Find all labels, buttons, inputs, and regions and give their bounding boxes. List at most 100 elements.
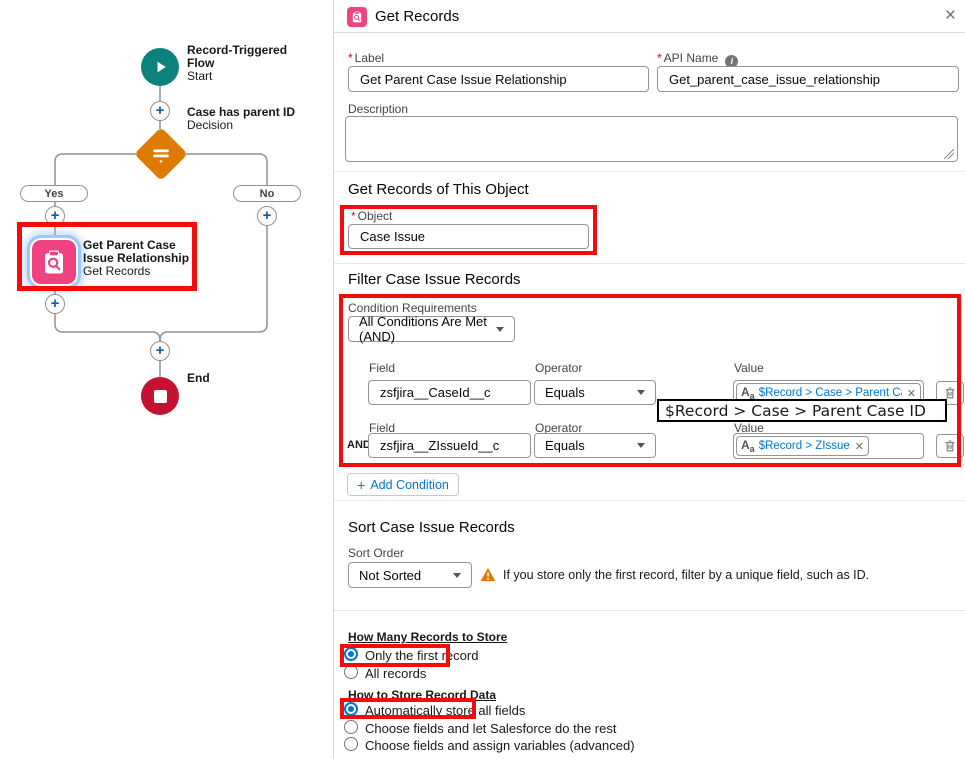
plus-icon: + [357, 478, 365, 492]
get-records-subtitle: Get Records [83, 265, 201, 278]
radio-label[interactable]: Choose fields and let Salesforce do the … [365, 721, 616, 736]
flow-canvas: Record-Triggered Flow Start + Case has p… [0, 0, 334, 759]
end-title: End [187, 372, 210, 385]
condition-1-operator-dropdown[interactable]: Equals [534, 380, 656, 405]
object-section-heading: Get Records of This Object [348, 181, 529, 198]
yes-label: Yes [45, 188, 64, 200]
condition-requirements-value: All Conditions Are Met (AND) [359, 314, 490, 344]
condition-requirements-label: Condition Requirements [348, 301, 477, 315]
radio-all-records[interactable] [344, 665, 358, 679]
sort-order-label: Sort Order [348, 546, 404, 560]
panel-title: Get Records [375, 8, 459, 25]
trash-icon [943, 386, 957, 400]
how-to-store-label: How to Store Record Data [348, 688, 496, 702]
radio-choose-fields-salesforce[interactable] [344, 720, 358, 734]
divider [334, 263, 965, 264]
end-node[interactable] [141, 377, 179, 415]
plus-icon: + [51, 208, 60, 223]
add-element-button[interactable]: + [150, 341, 170, 361]
value-tooltip: $Record > Case > Parent Case ID [657, 399, 947, 422]
filter-section-heading: Filter Case Issue Records [348, 271, 521, 288]
required-asterisk: * [657, 51, 662, 65]
start-title: Record-Triggered Flow [187, 44, 317, 70]
get-records-icon [39, 247, 69, 277]
radio-only-first-record[interactable] [344, 647, 358, 661]
value-pill[interactable]: Aa $Record > ZIssue ✕ [736, 436, 869, 456]
plus-icon: + [51, 296, 60, 311]
field-label: Field [369, 361, 395, 375]
required-asterisk: * [351, 209, 356, 223]
decision-node-label: Case has parent ID Decision [187, 106, 317, 132]
add-element-button[interactable]: + [45, 206, 65, 226]
divider [334, 610, 965, 611]
operator-value: Equals [545, 385, 585, 400]
pill-text: $Record > Case > Parent Ca... [759, 387, 902, 399]
sort-order-dropdown[interactable]: Not Sorted [348, 562, 472, 588]
delete-condition-button[interactable] [936, 434, 964, 458]
radio-auto-store-all-fields[interactable] [344, 702, 358, 716]
condition-2-value-input[interactable]: Aa $Record > ZIssue ✕ [733, 433, 924, 459]
add-element-button[interactable]: + [45, 294, 65, 314]
plus-icon: + [156, 103, 165, 118]
branch-label-yes: Yes [20, 185, 88, 202]
label-input[interactable] [348, 66, 649, 92]
object-input[interactable] [348, 224, 589, 249]
description-textarea[interactable] [345, 116, 958, 162]
get-records-config-panel: Get Records × *Label *API Namei Descript… [333, 0, 965, 759]
start-node-label: Record-Triggered Flow Start [187, 44, 317, 83]
warning-icon [480, 567, 496, 582]
object-field-label: *Object [351, 209, 392, 223]
radio-label[interactable]: All records [365, 666, 426, 681]
chevron-down-icon [453, 573, 461, 578]
how-many-records-label: How Many Records to Store [348, 630, 507, 644]
decision-subtitle: Decision [187, 119, 317, 132]
label-field-label: *Label [348, 51, 384, 65]
no-label: No [260, 188, 275, 200]
get-records-node[interactable] [32, 240, 76, 284]
chevron-down-icon [637, 390, 645, 395]
start-node[interactable] [141, 48, 179, 86]
condition-2-operator-dropdown[interactable]: Equals [534, 433, 656, 458]
play-icon [150, 57, 170, 77]
required-asterisk: * [348, 51, 353, 65]
chevron-down-icon [496, 327, 504, 332]
sort-warning: If you store only the first record, filt… [480, 567, 869, 582]
stop-icon [154, 390, 167, 403]
get-records-icon [347, 7, 367, 27]
end-node-label: End [187, 372, 210, 385]
chevron-down-icon [637, 443, 645, 448]
sort-order-value: Not Sorted [359, 568, 421, 583]
plus-icon: + [156, 343, 165, 358]
condition-1-field-input[interactable] [368, 380, 531, 405]
radio-choose-fields-advanced[interactable] [344, 737, 358, 751]
warning-text: If you store only the first record, filt… [503, 567, 869, 582]
add-element-button[interactable]: + [257, 206, 277, 226]
resize-handle[interactable] [944, 149, 954, 159]
sort-section-heading: Sort Case Issue Records [348, 519, 515, 536]
start-subtitle: Start [187, 70, 317, 83]
radio-label[interactable]: Automatically store all fields [365, 703, 525, 718]
divider [334, 500, 965, 501]
operator-value: Equals [545, 438, 585, 453]
condition-2-field-input[interactable] [368, 433, 531, 458]
get-records-node-label: Get Parent Case Issue Relationship Get R… [83, 239, 201, 278]
panel-header: Get Records × [334, 0, 965, 33]
radio-label[interactable]: Choose fields and assign variables (adva… [365, 738, 635, 753]
decision-icon [149, 142, 174, 167]
value-label: Value [734, 361, 764, 375]
text-type-icon: Aa [741, 439, 755, 454]
api-name-input[interactable] [657, 66, 959, 92]
get-records-title: Get Parent Case Issue Relationship [83, 239, 201, 265]
remove-pill-icon[interactable]: ✕ [850, 440, 864, 453]
condition-requirements-dropdown[interactable]: All Conditions Are Met (AND) [348, 316, 515, 342]
operator-label: Operator [535, 361, 582, 375]
pill-text: $Record > ZIssue [759, 440, 850, 452]
radio-label[interactable]: Only the first record [365, 648, 478, 663]
description-field-label: Description [348, 102, 408, 116]
plus-icon: + [263, 208, 272, 223]
divider [334, 171, 965, 172]
close-icon[interactable]: × [945, 5, 956, 27]
add-condition-button[interactable]: + Add Condition [347, 473, 459, 496]
add-element-button[interactable]: + [150, 101, 170, 121]
remove-pill-icon[interactable]: ✕ [902, 387, 916, 400]
